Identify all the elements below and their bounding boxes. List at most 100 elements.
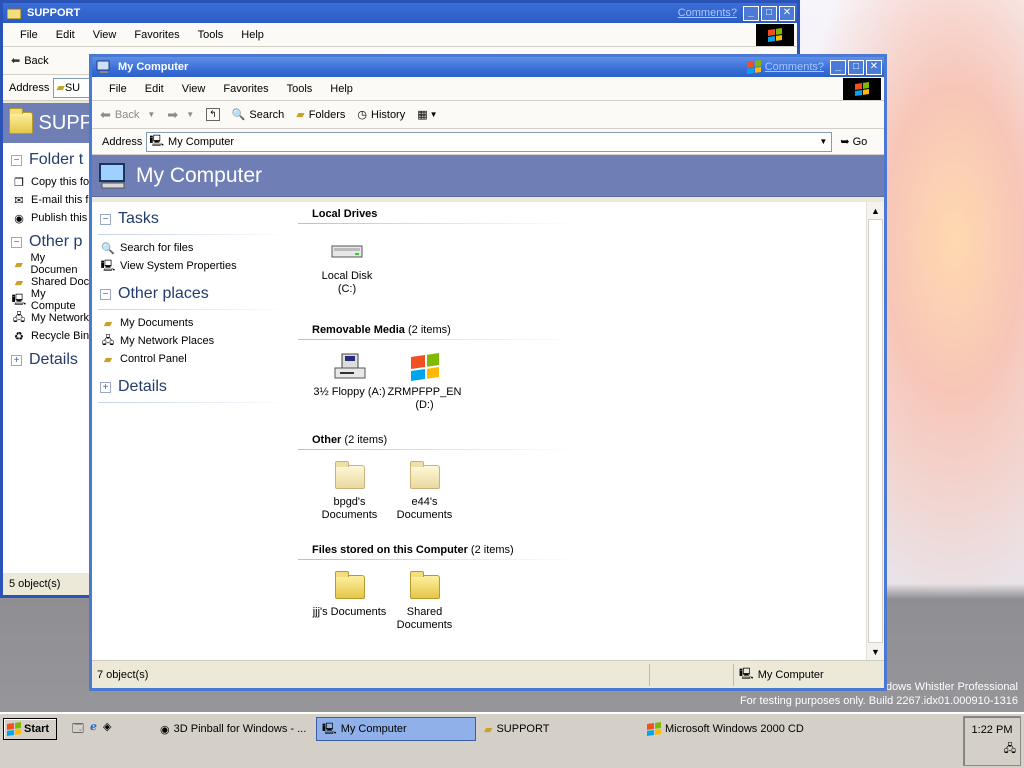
- folder-icon: ▰: [56, 82, 65, 94]
- support-statusbar: 5 object(s): [3, 573, 93, 595]
- views-button[interactable]: ▦ ▼: [417, 108, 437, 121]
- vertical-scrollbar[interactable]: ▲ ▼: [866, 202, 884, 660]
- folder-icon: [409, 461, 440, 489]
- my-computer-titlebar[interactable]: My Computer Comments? _ □ ✕: [92, 57, 884, 77]
- comments-link[interactable]: Comments?: [765, 61, 824, 73]
- forward-button[interactable]: ➡ ▼: [167, 107, 194, 123]
- menu-tools[interactable]: Tools: [189, 29, 233, 41]
- content-area: − Tasks 🔍 Search for files 🖳 View System Pr…: [92, 202, 884, 660]
- place-control-panel[interactable]: ▰ Control Panel: [100, 352, 297, 366]
- hard-drive-icon: [331, 245, 363, 258]
- start-button[interactable]: Start: [3, 718, 57, 740]
- details-heading[interactable]: + Details: [11, 351, 93, 369]
- place-my-network-places[interactable]: 🖧 My Network Places: [100, 334, 297, 348]
- taskbar-button-windows-cd[interactable]: Microsoft Windows 2000 CD: [642, 717, 942, 741]
- control-panel-icon: ▰: [103, 353, 113, 366]
- system-properties-icon: 🖳: [100, 259, 116, 272]
- place-shared-docs[interactable]: ▰ Shared Doc: [11, 275, 93, 289]
- menu-favorites[interactable]: Favorites: [125, 29, 188, 41]
- maximize-button[interactable]: □: [761, 5, 777, 21]
- back-button[interactable]: ⬅ Back: [11, 54, 49, 68]
- computer-icon: 🖳: [739, 668, 754, 680]
- other-places-heading[interactable]: − Other p: [11, 233, 93, 251]
- folder-icon: ▰: [484, 723, 493, 736]
- other-places-heading[interactable]: − Other places: [100, 285, 297, 303]
- task-search-files[interactable]: 🔍 Search for files: [100, 241, 297, 255]
- place-my-network[interactable]: 🖧 My Network: [11, 311, 93, 325]
- address-field[interactable]: 🖳 My Computer ▼: [146, 131, 833, 152]
- menu-view[interactable]: View: [173, 83, 215, 95]
- tasks-heading[interactable]: − Tasks: [100, 210, 297, 228]
- history-icon: ◷: [357, 109, 367, 121]
- taskbar-button-pinball[interactable]: ◉ 3D Pinball for Windows - ...: [155, 717, 313, 741]
- search-button[interactable]: 🔍 Search: [231, 108, 285, 122]
- network-tray-icon[interactable]: 🖧: [1004, 740, 1016, 759]
- divider: [298, 223, 578, 224]
- scrollbar-thumb[interactable]: [868, 219, 883, 643]
- task-system-properties[interactable]: 🖳 View System Properties: [100, 259, 297, 273]
- back-arrow-icon: ⬅: [100, 106, 111, 122]
- search-icon: 🔍: [231, 109, 246, 121]
- back-button[interactable]: ⬅ Back ▼: [100, 107, 155, 123]
- floppy-drive-a[interactable]: 3½ Floppy (A:): [312, 350, 387, 412]
- folder-tasks-heading[interactable]: − Folder t: [11, 151, 93, 169]
- folder-shared-documents[interactable]: Shared Documents: [387, 570, 462, 632]
- cd-drive-d[interactable]: ZRMPFPP_EN (D:): [387, 350, 462, 412]
- history-button[interactable]: ◷ History: [357, 108, 405, 122]
- floppy-drive-icon: [334, 353, 365, 379]
- go-button[interactable]: ➥ Go: [840, 135, 867, 149]
- menu-file[interactable]: File: [100, 83, 136, 95]
- menu-view[interactable]: View: [84, 29, 126, 41]
- place-recycle-bin[interactable]: ♻ Recycle Bin: [11, 329, 93, 343]
- place-my-computer[interactable]: 🖳 My Compute: [11, 288, 93, 312]
- window-title: My Computer: [118, 61, 189, 73]
- place-my-documents[interactable]: ▰ My Documents: [100, 316, 297, 330]
- up-folder-icon: ↰: [206, 108, 220, 121]
- address-label: Address: [102, 135, 143, 148]
- maximize-button[interactable]: □: [848, 59, 864, 75]
- menu-edit[interactable]: Edit: [47, 29, 84, 41]
- folder-jjj-documents[interactable]: jjj's Documents: [312, 570, 387, 632]
- scroll-down-button[interactable]: ▼: [867, 643, 884, 660]
- status-bar: 7 object(s) 🖳 My Computer: [92, 660, 884, 688]
- menu-tools[interactable]: Tools: [278, 83, 322, 95]
- status-object-count: 7 object(s): [92, 663, 650, 686]
- taskbar-button-my-computer[interactable]: 🖳 My Computer: [316, 717, 476, 741]
- address-dropdown-button[interactable]: ▼: [815, 133, 831, 151]
- menu-edit[interactable]: Edit: [136, 83, 173, 95]
- details-heading[interactable]: + Details: [100, 378, 297, 396]
- divider: [98, 402, 291, 403]
- folder-e44-documents[interactable]: e44's Documents: [387, 460, 462, 522]
- my-computer-window[interactable]: My Computer Comments? _ □ ✕ File Edit Vi…: [89, 54, 887, 691]
- internet-explorer-icon[interactable]: ℯ: [90, 720, 97, 739]
- task-copy-folder[interactable]: ❐ Copy this fo: [11, 175, 93, 189]
- menu-file[interactable]: File: [11, 29, 47, 41]
- minimize-button[interactable]: _: [830, 59, 846, 75]
- scroll-up-button[interactable]: ▲: [867, 202, 884, 219]
- support-address-field[interactable]: ▰ SU: [53, 77, 94, 98]
- show-desktop-icon[interactable]: 🗔: [72, 720, 84, 739]
- support-titlebar[interactable]: SUPPORT Comments? _ □ ✕: [3, 3, 797, 23]
- taskbar-button-support[interactable]: ▰ SUPPORT: [479, 717, 639, 741]
- folders-button[interactable]: ▰ Folders: [296, 108, 345, 122]
- minimize-button[interactable]: _: [743, 5, 759, 21]
- place-my-documents[interactable]: ▰ My Documen: [11, 252, 93, 276]
- media-player-icon[interactable]: ◈: [103, 720, 111, 739]
- close-button[interactable]: ✕: [866, 59, 882, 75]
- copy-icon: ❐: [14, 176, 24, 189]
- up-folder-button[interactable]: ↰: [206, 108, 220, 121]
- support-comments-link[interactable]: Comments?: [678, 7, 737, 19]
- folder-bpgd-documents[interactable]: bpgd's Documents: [312, 460, 387, 522]
- computer-icon: 🖳: [149, 135, 165, 147]
- divider: [98, 309, 291, 310]
- clock[interactable]: 1:22 PM: [972, 724, 1013, 736]
- menu-help[interactable]: Help: [321, 83, 362, 95]
- menu-help[interactable]: Help: [232, 29, 273, 41]
- drive-c[interactable]: Local Disk (C:): [312, 234, 382, 296]
- task-publish-folder[interactable]: ◉ Publish this: [11, 211, 93, 225]
- menu-favorites[interactable]: Favorites: [214, 83, 277, 95]
- close-button[interactable]: ✕: [779, 5, 795, 21]
- task-email-folder[interactable]: ✉ E-mail this fi: [11, 193, 93, 207]
- watermark-line-2: For testing purposes only. Build 2267.id…: [739, 695, 1018, 707]
- status-zone: 🖳 My Computer: [734, 664, 864, 686]
